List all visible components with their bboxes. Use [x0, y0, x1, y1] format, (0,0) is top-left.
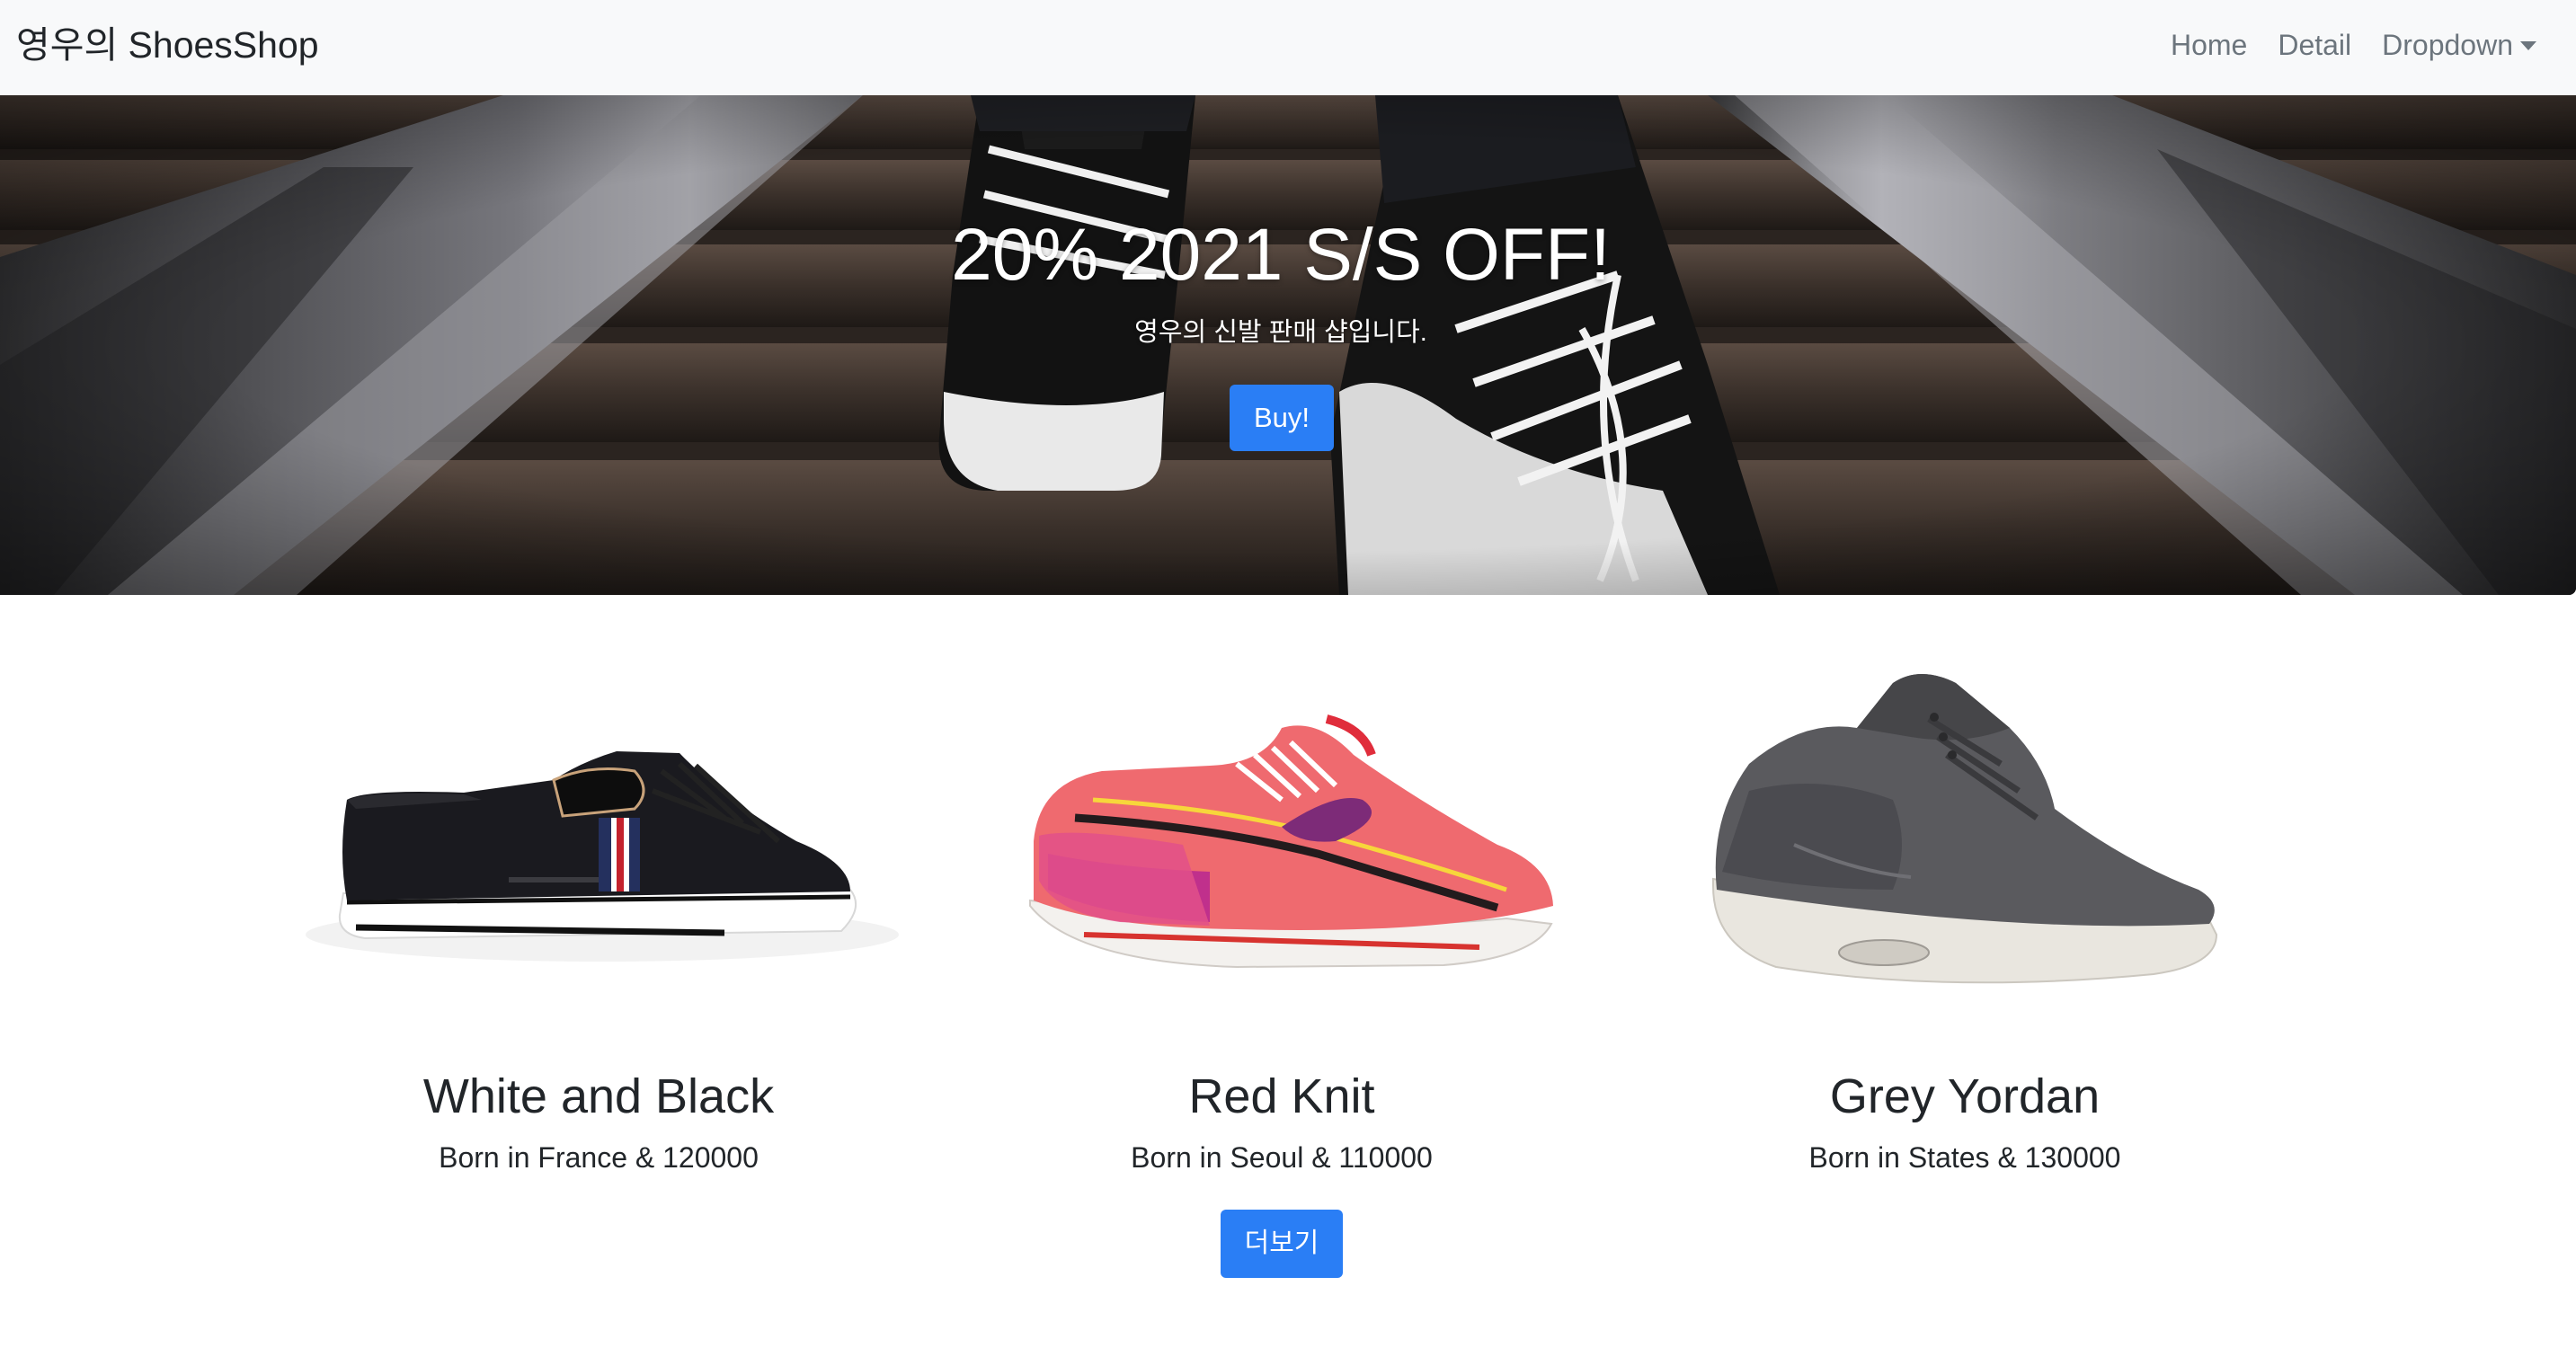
top-navbar: 영우의 ShoesShop Home Detail Dropdown — [0, 0, 2576, 95]
product-image[interactable] — [257, 665, 940, 1007]
product-image[interactable] — [1623, 665, 2306, 1007]
nav-dropdown-toggle[interactable]: Dropdown — [2382, 23, 2536, 67]
product-card[interactable]: Grey Yordan Born in States & 130000 — [1623, 665, 2306, 1174]
brand-logo[interactable]: 영우의 ShoesShop — [16, 20, 319, 70]
sneaker-red-knit-image — [1029, 714, 1553, 969]
product-description: Born in Seoul & 110000 — [1131, 1141, 1433, 1174]
product-description: Born in France & 120000 — [439, 1141, 759, 1174]
product-name: Red Knit — [1188, 1069, 1375, 1123]
buy-button[interactable]: Buy! — [1230, 385, 1334, 451]
nav-link-home[interactable]: Home — [2171, 23, 2247, 67]
nav-links: Home Detail Dropdown — [2171, 23, 2536, 67]
nav-dropdown-label: Dropdown — [2382, 29, 2513, 61]
product-card[interactable]: White and Black Born in France & 120000 — [257, 665, 940, 1174]
product-image[interactable] — [940, 665, 1623, 1007]
hero-title: 20% 2021 S/S OFF! — [951, 214, 1611, 296]
hero-subtitle: 영우의 신발 판매 샵입니다. — [1134, 318, 1427, 347]
nav-link-detail[interactable]: Detail — [2278, 23, 2351, 67]
product-card[interactable]: Red Knit Born in Seoul & 110000 — [940, 665, 1623, 1174]
product-name: Grey Yordan — [1829, 1069, 2101, 1123]
sneaker-grey-yordan-image — [1712, 674, 2218, 984]
sneaker-white-black-image — [306, 751, 899, 962]
caret-down-icon — [2520, 41, 2536, 50]
product-description: Born in States & 130000 — [1808, 1141, 2121, 1174]
load-more-button[interactable]: 더보기 — [1221, 1210, 1343, 1278]
product-name: White and Black — [422, 1069, 775, 1123]
hero-banner: 20% 2021 S/S OFF! 영우의 신발 판매 샵입니다. Buy! — [0, 95, 2576, 595]
